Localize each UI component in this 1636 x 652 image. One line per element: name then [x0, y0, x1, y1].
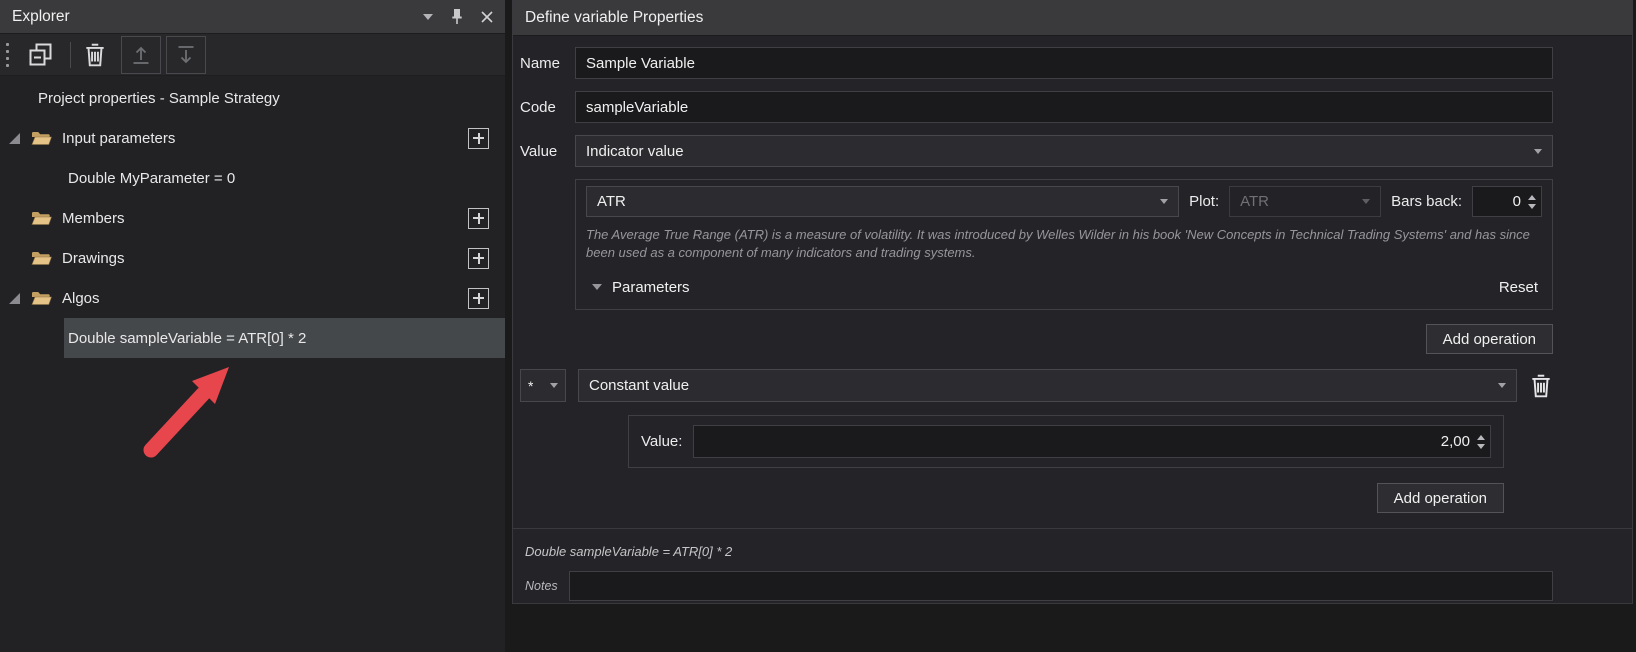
explorer-titlebar: Explorer	[0, 0, 505, 34]
tree-item-members[interactable]: Members	[0, 198, 505, 238]
collapse-all-icon[interactable]	[27, 41, 54, 68]
explorer-title: Explorer	[12, 8, 70, 26]
name-input[interactable]	[575, 47, 1553, 79]
plot-select[interactable]: ATR	[1229, 186, 1381, 217]
name-field-row: Name	[520, 47, 1553, 79]
properties-title: Define variable Properties	[525, 9, 703, 27]
operation-value-spinner[interactable]	[693, 425, 1491, 458]
code-field-row: Code	[520, 91, 1553, 123]
value-type-select[interactable]: Indicator value	[575, 135, 1553, 167]
explorer-tree: Project properties - Sample Strategy Inp…	[0, 76, 505, 358]
value-field-row: Value Indicator value	[520, 135, 1553, 167]
toolbar-grip-icon[interactable]	[6, 43, 9, 67]
add-item-button[interactable]	[468, 208, 489, 229]
chevron-down-icon	[1160, 199, 1168, 204]
delete-operation-icon[interactable]	[1529, 373, 1553, 399]
notes-label: Notes	[525, 579, 569, 593]
move-to-top-button[interactable]	[121, 36, 161, 74]
tree-item-drawings[interactable]: Drawings	[0, 238, 505, 278]
operator-select[interactable]: *	[520, 369, 566, 402]
arrow-down-from-bar-icon	[174, 43, 198, 67]
value-label: Value	[520, 143, 575, 160]
spin-up-icon[interactable]	[1477, 435, 1485, 440]
name-label: Name	[520, 55, 575, 72]
spin-down-icon[interactable]	[1477, 444, 1485, 449]
toolbar-divider	[70, 42, 71, 68]
tree-item-myparameter[interactable]: Double MyParameter = 0	[0, 158, 505, 198]
expression-preview: Double sampleVariable = ATR[0] * 2	[525, 544, 1553, 559]
tree-item-samplevariable-selected[interactable]: Double sampleVariable = ATR[0] * 2	[64, 318, 505, 358]
indicator-description: The Average True Range (ATR) is a measur…	[586, 226, 1542, 261]
folder-icon	[30, 250, 53, 267]
close-icon[interactable]	[481, 11, 493, 23]
chevron-down-icon	[1498, 383, 1506, 388]
spin-up-icon[interactable]	[1528, 195, 1536, 200]
tree-item-project-properties[interactable]: Project properties - Sample Strategy	[0, 78, 505, 118]
bars-back-spinner[interactable]	[1472, 186, 1542, 217]
pin-icon[interactable]	[450, 8, 464, 25]
properties-titlebar: Define variable Properties	[513, 0, 1632, 36]
folder-icon	[30, 210, 53, 227]
explorer-toolbar	[0, 34, 505, 76]
tree-item-algos[interactable]: Algos	[0, 278, 505, 318]
expander-icon[interactable]	[9, 133, 20, 144]
add-item-button[interactable]	[468, 248, 489, 269]
bars-back-label: Bars back:	[1391, 193, 1462, 210]
explorer-panel: Explorer	[0, 0, 505, 652]
collapse-icon	[592, 284, 602, 290]
move-to-bottom-button[interactable]	[166, 36, 206, 74]
parameters-toggle[interactable]: Parameters Reset	[586, 265, 1542, 309]
code-input[interactable]	[575, 91, 1553, 123]
notes-input[interactable]	[569, 571, 1553, 601]
tree-item-input-parameters[interactable]: Input parameters	[0, 118, 505, 158]
panel-menu-icon[interactable]	[423, 14, 433, 20]
spin-down-icon[interactable]	[1528, 204, 1536, 209]
bars-back-input[interactable]	[1473, 187, 1525, 216]
chevron-down-icon	[550, 383, 558, 388]
notes-row: Notes	[525, 571, 1553, 601]
delete-icon[interactable]	[83, 42, 107, 68]
add-operation-button[interactable]: Add operation	[1377, 483, 1504, 513]
operation-row: * Constant value	[520, 369, 1553, 402]
folder-icon	[30, 130, 53, 147]
arrow-up-from-bar-icon	[129, 43, 153, 67]
add-item-button[interactable]	[468, 288, 489, 309]
chevron-down-icon	[1362, 199, 1370, 204]
indicator-row: ATR Plot: ATR Bars back:	[586, 186, 1542, 217]
properties-footer: Double sampleVariable = ATR[0] * 2 Notes	[513, 528, 1632, 601]
code-label: Code	[520, 99, 575, 116]
operation-type-select[interactable]: Constant value	[578, 369, 1517, 402]
reset-button[interactable]: Reset	[1499, 279, 1538, 296]
chevron-down-icon	[1534, 149, 1542, 154]
properties-panel: Define variable Properties Name Code Val…	[512, 0, 1633, 604]
plot-label: Plot:	[1189, 193, 1219, 210]
folder-icon	[30, 290, 53, 307]
indicator-select[interactable]: ATR	[586, 186, 1179, 217]
expander-icon[interactable]	[9, 293, 20, 304]
add-item-button[interactable]	[468, 128, 489, 149]
add-operation-button[interactable]: Add operation	[1426, 324, 1553, 354]
operation-value-label: Value:	[641, 433, 693, 450]
properties-content: Name Code Value Indicator value ATR Plot…	[513, 36, 1632, 528]
operation-value-input[interactable]	[694, 426, 1474, 457]
indicator-settings-group: ATR Plot: ATR Bars back: The Averag	[575, 179, 1553, 310]
operation-value-group: Value:	[628, 415, 1504, 468]
